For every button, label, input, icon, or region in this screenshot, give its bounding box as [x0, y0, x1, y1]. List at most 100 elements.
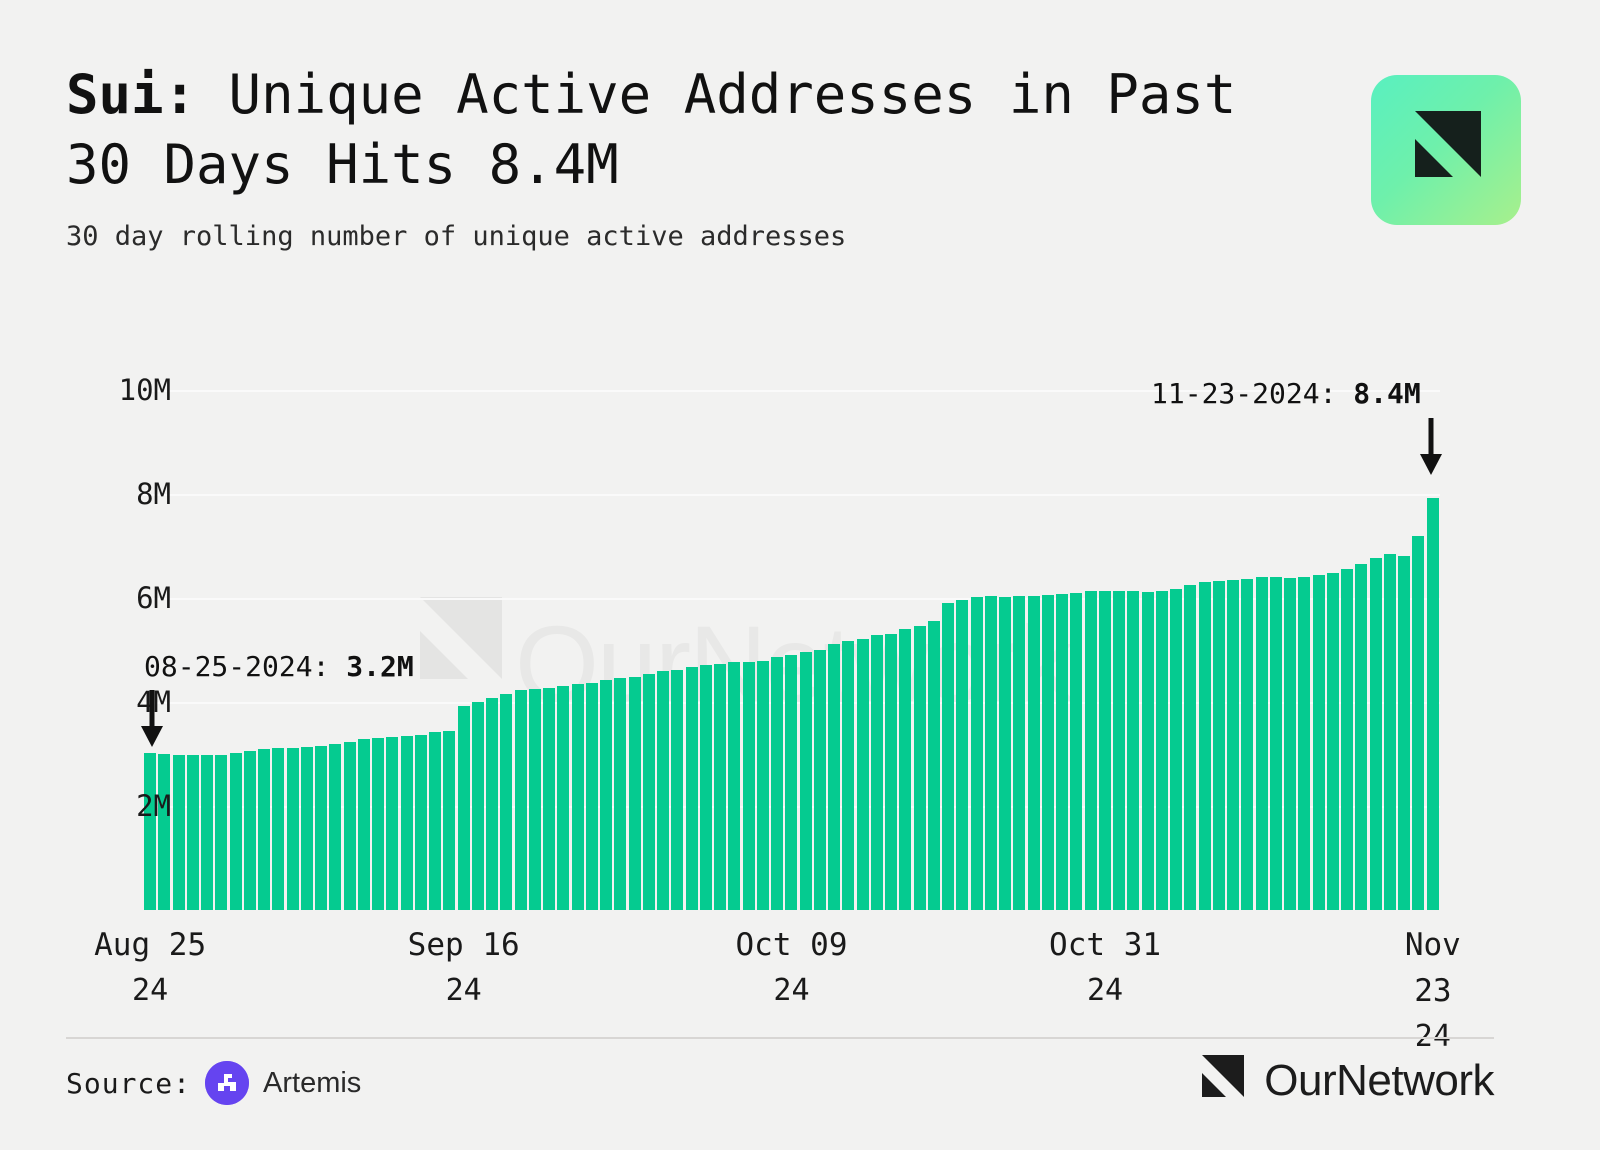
x-axis-tick-date: Sep 16 — [407, 927, 520, 963]
title-block: Sui: Unique Active Addresses in Past 30 … — [66, 60, 1326, 254]
plot-area — [143, 390, 1440, 910]
bar — [1298, 577, 1311, 910]
annotation-end: 11-23-2024: 8.4M — [1151, 377, 1421, 410]
bar — [1027, 596, 1040, 910]
bar — [771, 657, 784, 910]
bar — [1127, 591, 1140, 910]
bar — [1170, 588, 1183, 910]
bar — [201, 754, 214, 910]
bar — [1426, 497, 1439, 910]
bar — [400, 735, 413, 910]
footer-divider — [66, 1037, 1494, 1039]
source-group: Source: Artemis — [66, 1061, 361, 1105]
bar — [1383, 554, 1396, 910]
bar — [842, 641, 855, 910]
bar — [329, 744, 342, 910]
x-axis-tick: Oct 09 24 — [736, 922, 848, 1014]
bar — [215, 754, 228, 910]
bar — [1212, 581, 1225, 910]
bar — [885, 634, 898, 910]
bar — [685, 666, 698, 910]
bar — [414, 734, 427, 910]
annotation-end-arrow-icon — [1420, 418, 1442, 475]
ytick-label-10m: 10M — [118, 373, 171, 407]
bar — [942, 603, 955, 910]
bar — [813, 650, 826, 910]
bar — [1184, 585, 1197, 910]
brand-footer: OurNetwork — [1202, 1055, 1494, 1107]
bar — [1013, 596, 1026, 910]
bar — [1155, 591, 1168, 910]
bar — [557, 686, 570, 910]
bar — [1056, 593, 1069, 910]
bar — [429, 732, 442, 910]
bar — [1084, 591, 1097, 910]
bar — [172, 754, 185, 910]
annotation-end-value: 8.4M — [1353, 377, 1421, 410]
bar — [229, 753, 242, 910]
bar — [913, 626, 926, 910]
bar — [1326, 572, 1339, 910]
bar — [714, 663, 727, 910]
x-axis: Aug 25 24 Sep 16 24 Oct 09 24 Oct 31 24 Nov 23 24 — [94, 910, 1461, 1054]
watermark-mark-icon — [420, 597, 502, 679]
bar — [1341, 568, 1354, 910]
bar — [272, 748, 285, 910]
bar — [471, 701, 484, 910]
bar — [657, 670, 670, 910]
watermark-text: OurNetwork — [515, 603, 1073, 724]
x-axis-tick: Sep 16 24 — [408, 922, 520, 1014]
bar — [799, 652, 812, 910]
bar — [514, 690, 527, 910]
bar — [343, 741, 356, 910]
bar — [486, 698, 499, 910]
bar — [899, 629, 912, 910]
bar — [357, 739, 370, 910]
bar — [258, 749, 271, 910]
annotation-start: 08-25-2024: 3.2M — [144, 650, 414, 683]
bar — [543, 688, 556, 910]
x-axis-tick-date: Aug 25 — [94, 927, 207, 963]
x-axis-tick: Aug 25 24 — [94, 922, 206, 1014]
bar — [999, 597, 1012, 910]
ytick-label-8m: 8M — [136, 477, 171, 511]
header: Sui: Unique Active Addresses in Past 30 … — [66, 60, 1521, 280]
bar — [500, 694, 513, 910]
gridline-6m — [143, 598, 1440, 600]
bar — [1369, 557, 1382, 910]
bar — [386, 736, 399, 910]
ytick-label-6m: 6M — [136, 581, 171, 615]
bar — [1198, 582, 1211, 910]
bar — [927, 620, 940, 910]
bar — [614, 678, 627, 910]
bar — [457, 706, 470, 910]
bar — [1398, 555, 1411, 910]
gridline-4m — [143, 702, 1440, 704]
bar — [286, 747, 299, 910]
x-axis-tick-year: 24 — [445, 973, 482, 1008]
page-subtitle: 30 day rolling number of unique active a… — [66, 221, 847, 252]
brand-name: OurNetwork — [1264, 1056, 1494, 1105]
x-axis-tick: Oct 31 24 — [1049, 922, 1161, 1014]
page-title: Sui: Unique Active Addresses in Past 30 … — [66, 60, 1326, 200]
x-axis-tick-date: Oct 09 — [735, 927, 848, 963]
annotation-start-value: 3.2M — [346, 650, 414, 683]
bar — [144, 753, 157, 910]
gridline-10m — [143, 390, 1440, 392]
x-axis-tick-year: 24 — [1086, 973, 1124, 1008]
x-axis-tick-year: 24 — [773, 973, 810, 1008]
bar — [1141, 592, 1154, 910]
page-title-bold: Sui: — [66, 63, 197, 126]
source-label: Source: — [66, 1066, 192, 1100]
artemis-logo-icon — [205, 1061, 250, 1105]
bar — [1070, 592, 1083, 910]
bar — [956, 599, 969, 910]
ournetwork-logo-glyph — [1415, 111, 1481, 177]
bar — [628, 676, 641, 910]
bar — [1113, 591, 1126, 910]
bar — [158, 754, 171, 910]
footer: Source: Artemis OurNetwork — [66, 1055, 1494, 1125]
bar — [699, 664, 712, 910]
bar-series — [143, 390, 1440, 910]
bar — [1412, 536, 1425, 910]
